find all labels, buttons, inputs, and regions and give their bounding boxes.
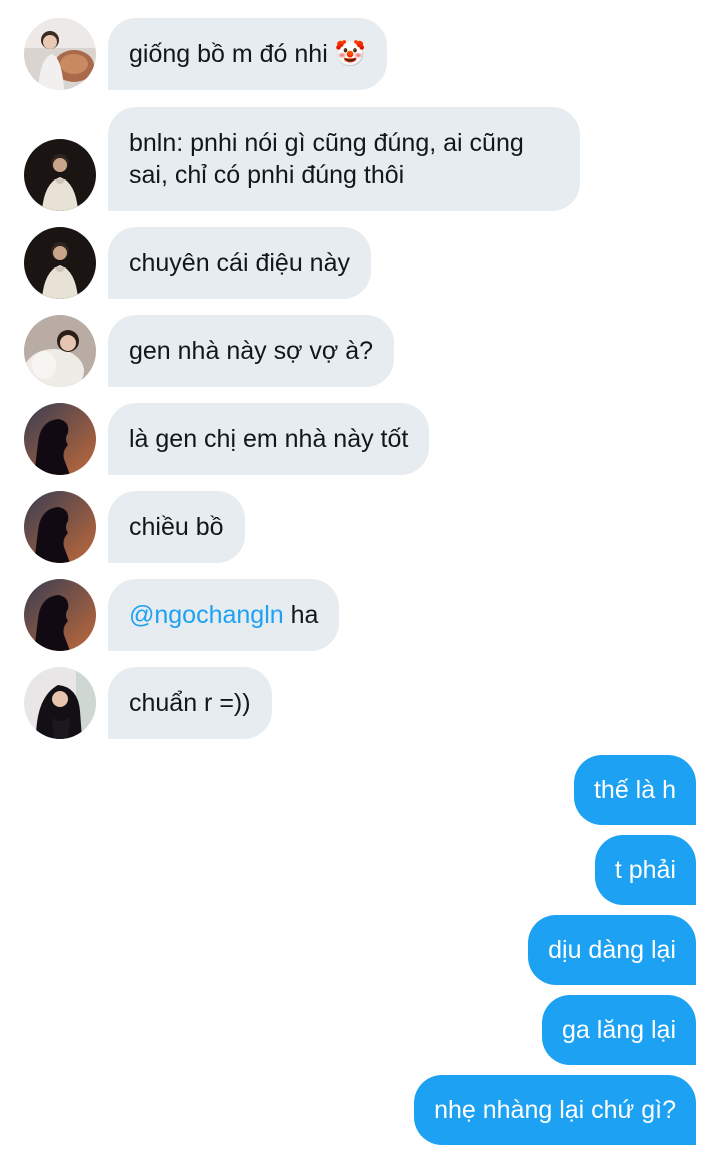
avatar-image [24, 227, 96, 299]
message-text: t phải [614, 856, 676, 884]
avatar[interactable] [24, 315, 96, 387]
avatar-image [24, 139, 96, 211]
message-bubble-outgoing[interactable]: ga lăng lại [542, 995, 696, 1065]
avatar[interactable] [24, 139, 96, 211]
message-text: chuyên cái điệu này [129, 249, 350, 277]
avatar-image [24, 667, 96, 739]
clown-face-icon: 🤡 [334, 39, 366, 68]
message-text: ha [283, 601, 319, 629]
message-bubble-outgoing[interactable]: t phải [594, 835, 696, 905]
avatar[interactable] [24, 403, 96, 475]
message-text: nhẹ nhàng lại chứ gì? [434, 1096, 676, 1124]
message-bubble[interactable]: chuẩn r =)) [108, 667, 272, 739]
message-text: thế là h [593, 776, 676, 804]
message-bubble[interactable]: bnln: pnhi nói gì cũng đúng, ai cũng sai… [108, 107, 580, 211]
message-bubble-outgoing[interactable]: dịu dàng lại [528, 915, 696, 985]
avatar-image [24, 403, 96, 475]
message-bubble[interactable]: chuyên cái điệu này [108, 227, 371, 299]
avatar[interactable] [24, 579, 96, 651]
message-bubble-outgoing[interactable]: thế là h [573, 755, 696, 825]
avatar-image [24, 18, 96, 90]
message-bubble[interactable]: gen nhà này sợ vợ à? [108, 315, 395, 387]
message-text: là gen chị em nhà này tốt [129, 425, 409, 453]
avatar[interactable] [24, 667, 96, 739]
avatar-image [24, 315, 96, 387]
avatar[interactable] [24, 227, 96, 299]
avatar[interactable] [24, 491, 96, 563]
message-bubble[interactable]: chiều bồ [108, 491, 245, 563]
message-text: dịu dàng lại [548, 936, 676, 964]
message-text: gen nhà này sợ vợ à? [129, 337, 374, 365]
message-text: ga lăng lại [562, 1016, 676, 1044]
message-text: bnln: pnhi nói gì cũng đúng, ai cũng sai… [129, 129, 524, 189]
avatar-image [24, 491, 96, 563]
mention-link[interactable]: @ngochangln [129, 601, 284, 629]
message-bubble[interactable]: giống bồ m đó nhi 🤡 [108, 18, 387, 90]
message-text: chiều bồ [129, 513, 224, 541]
avatar[interactable] [24, 18, 96, 90]
message-bubble[interactable]: là gen chị em nhà này tốt [108, 403, 430, 475]
avatar-image [24, 579, 96, 651]
message-text: chuẩn r =)) [129, 689, 251, 717]
message-bubble[interactable]: @ngochangln ha [108, 579, 340, 651]
message-text: giống bồ m đó nhi [129, 40, 328, 68]
message-bubble-outgoing[interactable]: nhẹ nhàng lại chứ gì? [414, 1075, 696, 1145]
